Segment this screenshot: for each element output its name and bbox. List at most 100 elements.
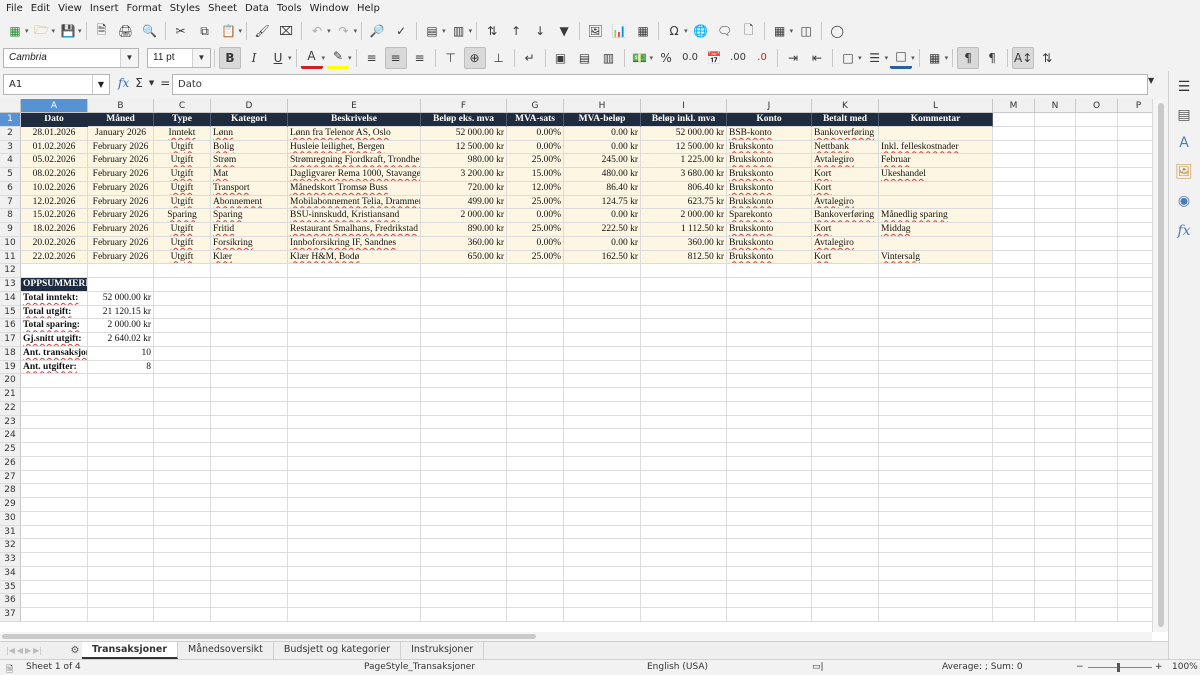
table-cell[interactable]: 162.50 kr — [564, 250, 641, 265]
table-cell[interactable]: Utgift — [154, 236, 211, 251]
grid-cell[interactable] — [421, 319, 507, 333]
grid-cell[interactable] — [421, 594, 507, 608]
new-document-icon[interactable]: ▦ — [4, 20, 26, 42]
grid-cell[interactable] — [507, 511, 564, 526]
grid-cell[interactable] — [21, 580, 88, 595]
next-sheet-icon[interactable]: ▶ — [25, 646, 31, 655]
menu-item-edit[interactable]: Edit — [27, 0, 54, 18]
table-cell[interactable]: 25.00% — [507, 154, 564, 168]
table-cell[interactable]: Brukskonto — [727, 181, 812, 196]
table-cell[interactable]: 05.02.2026 — [21, 154, 88, 168]
grid-cell[interactable] — [88, 539, 154, 553]
sheet-tab[interactable]: Instruksjoner — [401, 642, 485, 659]
grid-cell[interactable] — [879, 360, 993, 375]
conditional-format-icon[interactable]: ▦ — [924, 47, 946, 69]
grid-cell[interactable] — [154, 511, 211, 526]
unmerge-cells-icon[interactable]: ▥ — [598, 47, 620, 69]
grid-cell[interactable] — [421, 264, 507, 278]
row-header-33[interactable]: 33 — [0, 553, 21, 567]
row-header-18[interactable]: 18 — [0, 346, 21, 361]
grid-cell[interactable] — [1035, 525, 1076, 540]
grid-cell[interactable] — [288, 374, 421, 388]
table-cell[interactable]: Kort — [812, 250, 879, 265]
grid-cell[interactable] — [564, 539, 641, 553]
chevron-down-icon[interactable]: ▼ — [192, 48, 210, 67]
grid-cell[interactable] — [507, 580, 564, 595]
grid-cell[interactable] — [879, 511, 993, 526]
percent-format-icon[interactable]: % — [655, 47, 677, 69]
grid-cell[interactable] — [993, 539, 1035, 553]
grid-cell[interactable] — [1076, 498, 1118, 512]
tab-navigation[interactable]: |◀ ◀ ▶ ▶| — [0, 646, 68, 655]
header-7[interactable]: MVA-beløp — [564, 113, 641, 127]
grid-cell[interactable] — [154, 608, 211, 622]
grid-cell[interactable] — [993, 154, 1035, 168]
grid-cell[interactable] — [288, 608, 421, 622]
grid-cell[interactable] — [993, 443, 1035, 457]
grid-cell[interactable] — [993, 319, 1035, 333]
table-cell[interactable]: 124.75 kr — [564, 195, 641, 210]
align-right-icon[interactable]: ≡ — [409, 47, 431, 69]
grid-cell[interactable] — [564, 319, 641, 333]
functions-icon[interactable]: fx — [1174, 221, 1194, 241]
table-cell[interactable]: 720.00 kr — [421, 181, 507, 196]
border-style-icon[interactable]: ☰ — [864, 47, 886, 69]
table-cell[interactable]: Restaurant Smalhans, Fredrikstad — [288, 223, 421, 237]
grid-cell[interactable] — [421, 305, 507, 320]
grid-cell[interactable] — [421, 388, 507, 402]
grid-cell[interactable] — [993, 195, 1035, 210]
table-cell[interactable]: Brukskonto — [727, 223, 812, 237]
grid-cell[interactable] — [507, 594, 564, 608]
grid-cell[interactable] — [727, 388, 812, 402]
grid-cell[interactable] — [421, 443, 507, 457]
grid-cell[interactable] — [21, 456, 88, 471]
grid-cell[interactable] — [154, 305, 211, 320]
row-header-17[interactable]: 17 — [0, 333, 21, 347]
grid-cell[interactable] — [1035, 181, 1076, 196]
grid-cell[interactable] — [288, 346, 421, 361]
grid-cell[interactable] — [1035, 456, 1076, 471]
grid-cell[interactable] — [727, 360, 812, 375]
grid-cell[interactable] — [812, 319, 879, 333]
summary-label[interactable]: Gj.snitt utgift: — [21, 333, 88, 347]
grid-cell[interactable] — [812, 429, 879, 443]
grid-cell[interactable] — [727, 443, 812, 457]
show-draw-functions-icon[interactable]: ◯ — [826, 20, 848, 42]
cut-icon[interactable]: ✂ — [170, 20, 192, 42]
table-cell[interactable]: 15.00% — [507, 168, 564, 182]
grid-cell[interactable] — [727, 415, 812, 430]
grid-cell[interactable] — [211, 484, 288, 498]
grid-cell[interactable] — [211, 498, 288, 512]
table-cell[interactable]: 245.00 kr — [564, 154, 641, 168]
table-cell[interactable]: February 2026 — [88, 250, 154, 265]
status-page-style[interactable]: PageStyle_Transaksjoner — [364, 662, 475, 672]
grid-cell[interactable] — [879, 470, 993, 485]
grid-cell[interactable] — [812, 346, 879, 361]
sort-ascending-icon[interactable]: ↑ — [505, 20, 527, 42]
grid-cell[interactable] — [421, 415, 507, 430]
row-header-6[interactable]: 6 — [0, 181, 21, 196]
grid-cell[interactable] — [993, 456, 1035, 471]
header-8[interactable]: Beløp inkl. mva — [641, 113, 727, 127]
grid-cell[interactable] — [211, 539, 288, 553]
grid-cell[interactable] — [21, 429, 88, 443]
grid-cell[interactable] — [154, 278, 211, 292]
grid-cell[interactable] — [88, 594, 154, 608]
grid-cell[interactable] — [993, 429, 1035, 443]
grid-cell[interactable] — [1035, 539, 1076, 553]
grid-cell[interactable] — [564, 264, 641, 278]
grid-cell[interactable] — [507, 278, 564, 292]
table-cell[interactable]: 10.02.2026 — [21, 181, 88, 196]
column-header-e[interactable]: E — [288, 99, 421, 113]
grid-cell[interactable] — [507, 360, 564, 375]
grid-cell[interactable] — [879, 264, 993, 278]
grid-cell[interactable] — [88, 415, 154, 430]
header-5[interactable]: Beløp eks. mva — [421, 113, 507, 127]
grid-cell[interactable] — [1076, 291, 1118, 306]
table-cell[interactable]: 890.00 kr — [421, 223, 507, 237]
grid-cell[interactable] — [1035, 305, 1076, 320]
row-header-1[interactable]: 1 — [0, 113, 21, 127]
row-header-3[interactable]: 3 — [0, 140, 21, 155]
table-cell[interactable]: Transport — [211, 181, 288, 196]
table-cell[interactable]: Sparing — [154, 209, 211, 223]
